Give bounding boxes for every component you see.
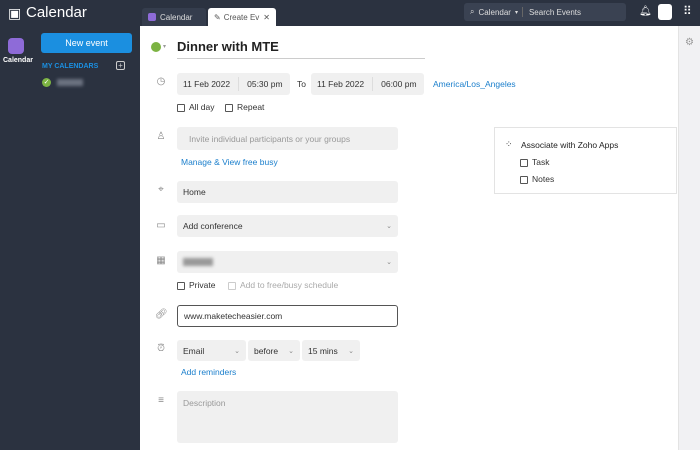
conference-value: Add conference (183, 221, 243, 231)
reminder-amount-select[interactable]: 15 mins ⌄ (302, 340, 360, 361)
private-checkbox[interactable]: Private (177, 280, 215, 290)
end-datetime[interactable]: 11 Feb 2022 06:00 pm (311, 73, 424, 95)
description-placeholder: Description (183, 398, 226, 408)
chevron-down-icon: ⌄ (386, 223, 392, 230)
avatar[interactable] (658, 4, 672, 20)
add-calendar-icon[interactable]: + (116, 61, 125, 70)
sidebar: Calendar New event MY CALENDARS + ✓ (0, 26, 140, 450)
top-bar: ▣ Calendar Calendar ✎ Create Ev ✕ ⌕ Calend… (0, 0, 700, 26)
all-day-checkbox[interactable]: All day (177, 102, 215, 112)
end-time[interactable]: 06:00 pm (381, 79, 416, 89)
title-underline (177, 58, 425, 59)
chevron-down-icon: ⌄ (234, 347, 240, 355)
tab-label: Create Ev (223, 12, 260, 22)
chevron-down-icon: ▾ (163, 44, 167, 50)
event-title-input[interactable]: Dinner with MTE (177, 39, 279, 54)
participants-placeholder: Invite individual participants or your g… (189, 133, 351, 144)
reminder-when: before (254, 345, 279, 356)
start-time[interactable]: 05:30 pm (247, 79, 282, 89)
location-icon: ⌖ (158, 184, 164, 195)
start-date[interactable]: 11 Feb 2022 (183, 79, 230, 89)
right-strip: ⚙ (678, 26, 700, 450)
zoho-apps-icon: ⁘ (505, 139, 513, 149)
add-reminders-link[interactable]: Add reminders (181, 367, 236, 377)
my-calendars-heading: MY CALENDARS (42, 63, 99, 70)
reminder-type-select[interactable]: Email ⌄ (177, 340, 246, 361)
manage-free-busy-link[interactable]: Manage & View free busy (181, 157, 278, 167)
location-input[interactable]: Home (177, 181, 398, 203)
chevron-down-icon: ⌄ (386, 259, 392, 266)
date-time-icon: ◷ (156, 76, 166, 87)
conference-select[interactable]: Add conference ⌄ (177, 215, 398, 237)
link-icon: 🔗︎ (155, 309, 168, 320)
chevron-down-icon: ▾ (514, 9, 518, 16)
search-bar[interactable]: ⌕ Calendar ▾ Search Events (464, 3, 626, 21)
tab-create-event[interactable]: ✎ Create Ev ✕ (208, 8, 276, 26)
url-value: www.maketecheasier.com (184, 311, 283, 321)
free-busy-label: Add to free/busy schedule (240, 280, 339, 290)
person-icon: ♙ (156, 131, 166, 142)
repeat-label: Repeat (237, 102, 265, 112)
tab-calendar[interactable]: Calendar (142, 8, 206, 26)
calendar-icon (148, 13, 156, 21)
check-icon[interactable]: ✓ (42, 78, 51, 87)
nav-calendar-label[interactable]: Calendar (3, 57, 33, 64)
notes-label: Notes (532, 174, 555, 184)
calendar-name-blurred (183, 258, 213, 266)
calendar-icon: ▦ (156, 255, 166, 266)
url-input[interactable]: www.maketecheasier.com (177, 305, 398, 327)
calendar-name-blurred[interactable] (57, 79, 83, 86)
settings-icon[interactable]: ⚙ (685, 37, 694, 48)
end-date[interactable]: 11 Feb 2022 (317, 79, 364, 89)
search-input[interactable]: Search Events (529, 8, 581, 17)
task-checkbox[interactable]: Task (520, 157, 549, 167)
tab-label: Calendar (160, 12, 193, 22)
video-icon: ▭ (156, 220, 166, 231)
notes-checkbox[interactable]: Notes (520, 174, 554, 184)
all-day-label: All day (189, 102, 215, 112)
to-label: To (297, 79, 306, 89)
calendar-select[interactable]: ⌄ (177, 251, 398, 273)
description-icon: ≡ (158, 395, 164, 406)
timezone-link[interactable]: America/Los_Angeles (433, 79, 516, 89)
bell-icon[interactable]: 🔔︎ (639, 6, 652, 17)
close-icon[interactable]: ✕ (263, 13, 270, 22)
search-scope-select[interactable]: Calendar (478, 8, 510, 17)
new-event-button[interactable]: New event (41, 33, 132, 53)
chevron-down-icon: ⌄ (348, 347, 354, 355)
calendar-nav-icon[interactable] (8, 38, 24, 54)
app-title: Calendar (26, 4, 87, 21)
chevron-down-icon: ⌄ (288, 347, 294, 355)
description-textarea[interactable]: Description (177, 391, 398, 443)
task-label: Task (532, 157, 550, 167)
start-datetime[interactable]: 11 Feb 2022 05:30 pm (177, 73, 290, 95)
apps-grid-icon[interactable]: ⠿ (683, 4, 692, 18)
free-busy-checkbox[interactable]: Add to free/busy schedule (228, 280, 338, 290)
private-label: Private (189, 280, 216, 290)
location-value: Home (183, 187, 206, 197)
edit-icon: ✎ (214, 12, 221, 22)
participants-input[interactable]: Invite individual participants or your g… (177, 127, 398, 150)
alarm-icon: ⏰︎ (157, 343, 165, 354)
calendar-logo-icon: ▣ (8, 5, 22, 21)
event-color-picker[interactable] (151, 42, 161, 52)
reminder-type: Email (183, 345, 205, 356)
search-icon: ⌕ (470, 7, 475, 16)
reminder-when-select[interactable]: before ⌄ (248, 340, 300, 361)
associate-title: Associate with Zoho Apps (521, 140, 619, 150)
repeat-checkbox[interactable]: Repeat (225, 102, 264, 112)
reminder-amount: 15 mins (308, 345, 338, 356)
associate-panel: ⁘ Associate with Zoho Apps Task Notes (494, 127, 677, 194)
